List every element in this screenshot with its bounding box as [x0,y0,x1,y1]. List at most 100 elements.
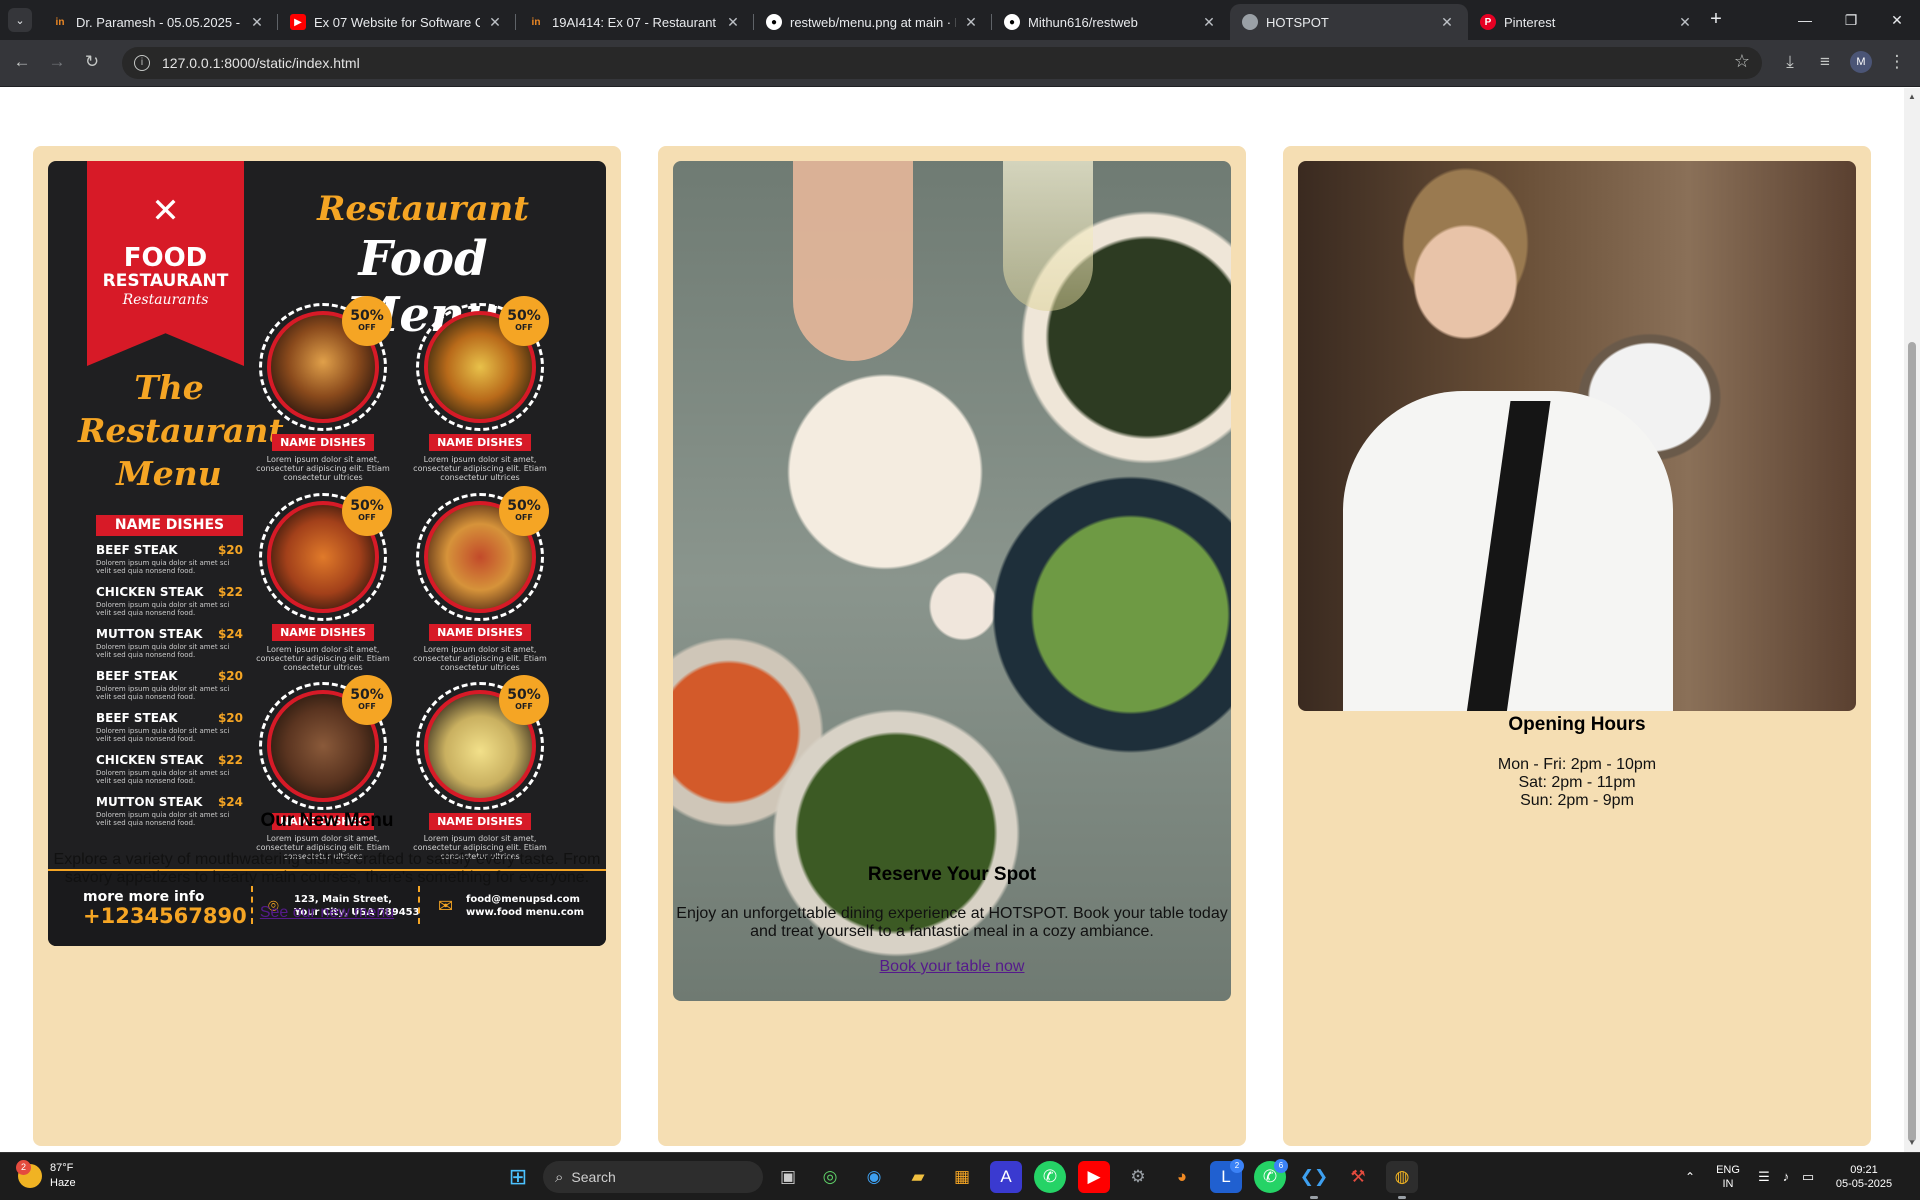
menu-item: BEEF STEAK $20 Dolorem ipsum quia dolor si… [96,669,243,711]
menu-item: CHICKEN STEAK $22 Dolorem ipsum quia dolor… [96,585,243,627]
ribbon-line-3: Restaurants [122,292,209,308]
item-desc: Dolorem ipsum quia dolor sit amet sci ve… [96,769,230,785]
menu-card: ✕ FOOD RESTAURANT Restaurants Restaurant… [33,146,621,1146]
wifi-icon[interactable]: ☰ [1754,1153,1774,1200]
tab-mithun-restweb[interactable]: ● Mithun616/restweb ✕ [992,4,1230,40]
whatsapp-icon[interactable]: ✆ [1034,1161,1066,1193]
reserve-card: Reserve Your Spot Enjoy an unforgettable… [658,146,1246,1146]
media-control-icon[interactable]: ≡ [1813,50,1837,74]
site-info-icon[interactable]: i [134,55,150,71]
chrome-icon[interactable]: ◍ [1386,1161,1418,1199]
close-tab-icon[interactable]: ✕ [486,14,504,31]
tab-title: restweb/menu.png at main · Na [790,14,956,30]
close-tab-icon[interactable]: ✕ [248,14,266,31]
edge-icon[interactable]: ◉ [858,1161,890,1193]
bookmark-star-icon[interactable]: ☆ [1734,51,1750,72]
see-menu-link[interactable]: See our new menu [33,904,621,922]
dish-cake: 50% OFF NAME DISHES Lorem ipsum dolor sit… [253,675,393,861]
tab-restweb-menu[interactable]: ● restweb/menu.png at main · Na ✕ [754,4,992,40]
dish-label: NAME DISHES [429,624,531,641]
hours-line: Mon - Fri: 2pm - 10pm [1497,756,1657,773]
menu-item: CHICKEN STEAK $22 Dolorem ipsum quia dolor… [96,753,243,795]
language-indicator[interactable]: ENG IN [1712,1153,1744,1200]
close-tab-icon[interactable]: ✕ [724,14,742,31]
profile-avatar[interactable]: M [1850,51,1872,73]
clock[interactable]: 09:21 05-05-2025 [1828,1153,1900,1200]
close-tab-icon[interactable]: ✕ [1200,14,1218,31]
subheading-line: Restaurant [78,411,284,450]
taskbar-search[interactable]: ⌕ Search [543,1161,763,1193]
whatsapp-badge: 6 [1274,1159,1288,1173]
windows-taskbar: 2 87°F Haze ⊞ ⌕ Search ▣ ◎ ◉ ▰ ▦ A ✆ ▶ ⚙… [0,1152,1920,1200]
tab-ex07-youtube[interactable]: ▶ Ex 07 Website for Software Con ✕ [278,4,516,40]
whatsapp-business-icon[interactable]: ✆ 6 [1254,1159,1288,1193]
scrollbar-thumb[interactable] [1908,342,1916,1142]
settings-gear-icon[interactable]: ⚙ [1122,1161,1154,1193]
close-window-button[interactable]: ✕ [1874,0,1920,40]
scroll-up-arrow[interactable]: ▲ [1908,92,1916,101]
reload-button[interactable]: ↻ [80,50,104,74]
region-code: IN [1722,1178,1734,1190]
item-name: MUTTON STEAK [96,627,203,641]
close-tab-icon[interactable]: ✕ [1676,14,1694,31]
file-explorer-icon[interactable]: ▰ [902,1161,934,1193]
tab-pinterest[interactable]: P Pinterest ✕ [1468,4,1706,40]
back-button[interactable]: ← [10,50,34,74]
discount-badge: 50% OFF [499,296,549,346]
tab-title: Ex 07 Website for Software Con [314,14,480,30]
tab-search-button[interactable]: ⌄ [8,8,32,32]
dish-label: NAME DISHES [429,434,531,451]
menu-kebab-icon[interactable]: ⋮ [1885,50,1909,74]
show-hidden-icons[interactable]: ⌃ [1680,1153,1700,1200]
discount-pct: 50% [350,498,384,514]
dish-label: NAME DISHES [272,624,374,641]
restore-button[interactable]: ❐ [1828,0,1874,40]
download-icon[interactable]: ⤓ [1778,50,1802,74]
tab-hotspot[interactable]: HOTSPOT ✕ [1230,4,1468,40]
minimize-button[interactable]: — [1782,0,1828,40]
copilot-icon[interactable]: ◎ [814,1161,846,1193]
app-tools-icon[interactable]: ⚒ [1342,1161,1374,1193]
card-text: Explore a variety of mouthwatering dishe… [53,851,601,886]
weather-badge: 2 [16,1160,31,1175]
in-icon: in [55,16,65,28]
weather-temp: 87°F [50,1162,74,1174]
item-desc: Dolorem ipsum quia dolor sit amet sci ve… [96,727,230,743]
firefox-icon[interactable]: ◕ [1166,1161,1198,1193]
tab-strip: ⌄ in Dr. Paramesh - 05.05.2025 - Qu ✕ ▶ … [0,0,1920,40]
tab-dr-paramesh[interactable]: in Dr. Paramesh - 05.05.2025 - Qu ✕ [40,4,278,40]
forward-button[interactable]: → [45,50,69,74]
new-tab-button[interactable]: + [1704,8,1728,32]
app-a-icon[interactable]: A [990,1161,1022,1193]
weather-desc: Haze [50,1177,76,1189]
close-tab-icon[interactable]: ✕ [1438,14,1456,31]
windows-start-icon[interactable]: ⊞ [502,1161,534,1193]
tab-19ai414[interactable]: in 19AI414: Ex 07 - Restaurant We ✕ [516,4,754,40]
task-view-icon[interactable]: ▣ [772,1161,804,1193]
item-price: $24 [217,627,243,641]
volume-icon[interactable]: ♪ [1776,1153,1796,1200]
app-l-icon[interactable]: L2 [1210,1159,1244,1193]
page-scrollbar[interactable]: ▲ ▼ [1904,88,1920,1152]
hours-card: Opening Hours Mon - Fri: 2pm - 10pm Sat:… [1283,146,1871,1146]
discount-pct: 50% [507,308,541,324]
store-icon[interactable]: ▦ [946,1161,978,1193]
ribbon-line-2: RESTAURANT [102,271,229,291]
clock-time: 09:21 [1850,1164,1878,1176]
item-name: BEEF STEAK [96,669,178,683]
discount-badge: 50% OFF [342,486,392,536]
scroll-down-arrow[interactable]: ▼ [1908,1138,1916,1147]
vscode-icon[interactable]: ❮❯ [1298,1161,1330,1199]
close-tab-icon[interactable]: ✕ [962,14,980,31]
item-price: $22 [217,585,243,599]
hours-line: Sun: 2pm - 9pm [1520,792,1634,809]
browser-toolbar: ← → ↻ i 127.0.0.1:8000/static/index.html… [0,40,1920,87]
dish-circle: 50% OFF [416,296,549,431]
item-name: CHICKEN STEAK [96,753,204,767]
weather-widget[interactable]: 2 87°F Haze [16,1160,76,1191]
battery-icon[interactable]: ▭ [1798,1153,1818,1200]
youtube-app-icon[interactable]: ▶ [1078,1161,1110,1193]
in-icon: in [531,16,541,28]
book-table-link[interactable]: Book your table now [658,958,1246,976]
address-bar[interactable]: i 127.0.0.1:8000/static/index.html ☆ [122,47,1762,79]
